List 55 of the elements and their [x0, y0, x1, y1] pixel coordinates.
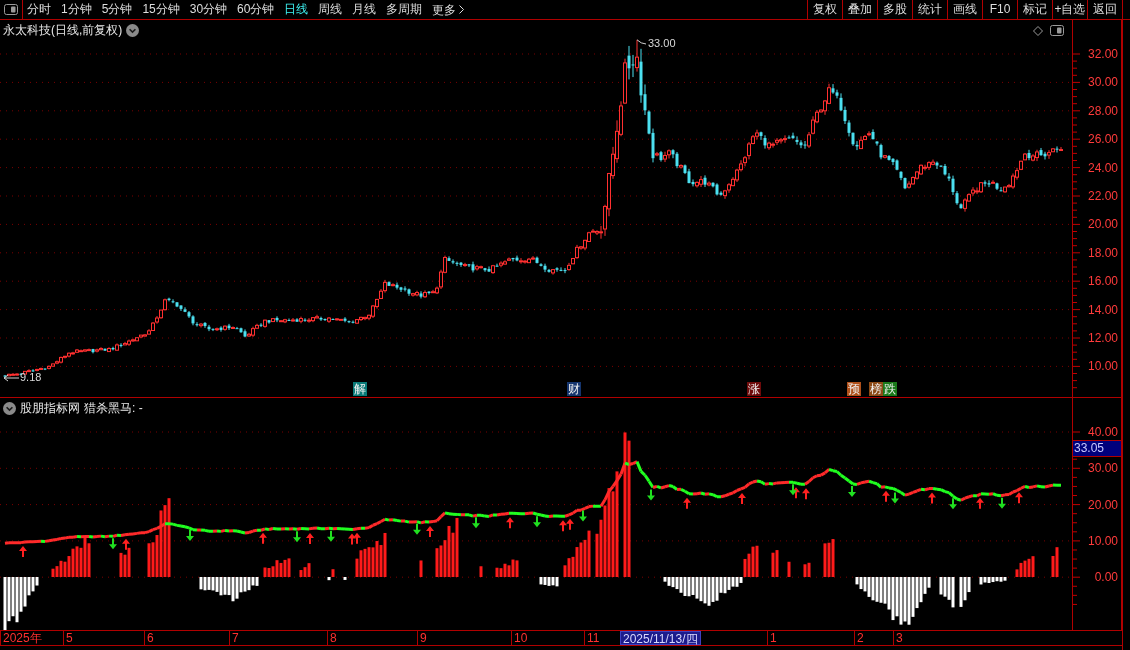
cursor-value-label: 33.05: [1073, 440, 1121, 457]
axis-label: 20.00: [1087, 496, 1118, 513]
date-label: 2: [854, 631, 864, 645]
axis-label: 10.00: [1087, 358, 1118, 375]
axis-label: 0.00: [1094, 569, 1118, 586]
date-label: 5: [63, 631, 73, 645]
axis-label: 30.00: [1087, 74, 1118, 91]
toolbar-button[interactable]: 多股: [877, 0, 912, 19]
panel-toggle-icon[interactable]: [4, 4, 18, 15]
axis-label: 14.00: [1087, 301, 1118, 318]
axis-label: 26.00: [1087, 131, 1118, 148]
indicator-name: 猎杀黑马: -: [84, 401, 143, 416]
period-tab[interactable]: 多周期: [386, 0, 423, 19]
toolbar-button[interactable]: 复权: [807, 0, 842, 19]
period-tab[interactable]: 日线: [284, 0, 309, 19]
toolbar-button[interactable]: 叠加: [842, 0, 877, 19]
period-tab[interactable]: 5分钟: [101, 0, 133, 19]
toolbar-button[interactable]: 画线: [947, 0, 982, 19]
indicator-source: 股朋指标网: [20, 401, 80, 416]
date-label: 2025/11/13/四: [620, 631, 701, 645]
date-label: 6: [144, 631, 154, 645]
dropdown-icon[interactable]: [3, 402, 16, 415]
axis-label: 28.00: [1087, 102, 1118, 119]
chevron-right-icon: [459, 5, 465, 14]
axis-label: 10.00: [1087, 532, 1118, 549]
date-label: 8: [327, 631, 337, 645]
period-tab[interactable]: 15分钟: [142, 0, 180, 19]
period-tab[interactable]: 30分钟: [189, 0, 228, 19]
period-tab[interactable]: 分时: [27, 0, 51, 19]
period-tab[interactable]: 60分钟: [237, 0, 275, 19]
more-tab[interactable]: 更多: [432, 0, 465, 19]
date-label: 11: [584, 631, 600, 645]
axis-label: 24.00: [1087, 159, 1118, 176]
date-label: 3: [893, 631, 903, 645]
axis-label: 16.00: [1087, 273, 1118, 290]
date-label: 10: [511, 631, 528, 645]
toolbar-button[interactable]: 返回: [1087, 0, 1122, 19]
toolbar-button[interactable]: 标记: [1017, 0, 1052, 19]
axis-label: 22.00: [1087, 188, 1118, 204]
axis-label: 18.00: [1087, 244, 1118, 261]
axis-label: 32.00: [1087, 46, 1118, 62]
toolbar-button[interactable]: +自选: [1052, 0, 1087, 19]
toolbar-button[interactable]: 统计: [912, 0, 947, 19]
date-label: 9: [417, 631, 427, 645]
date-label: 7: [229, 631, 239, 645]
toolbar-button[interactable]: F10: [982, 0, 1017, 19]
period-tab[interactable]: 周线: [318, 0, 343, 19]
axis-label: 40.00: [1087, 424, 1118, 440]
axis-label: 30.00: [1087, 460, 1118, 477]
date-label: 2025年: [0, 631, 42, 645]
date-label: 1: [767, 631, 777, 645]
period-tab[interactable]: 月线: [352, 0, 377, 19]
period-tab[interactable]: 1分钟: [61, 0, 92, 19]
axis-label: 12.00: [1087, 330, 1118, 346]
axis-label: 20.00: [1087, 216, 1118, 233]
